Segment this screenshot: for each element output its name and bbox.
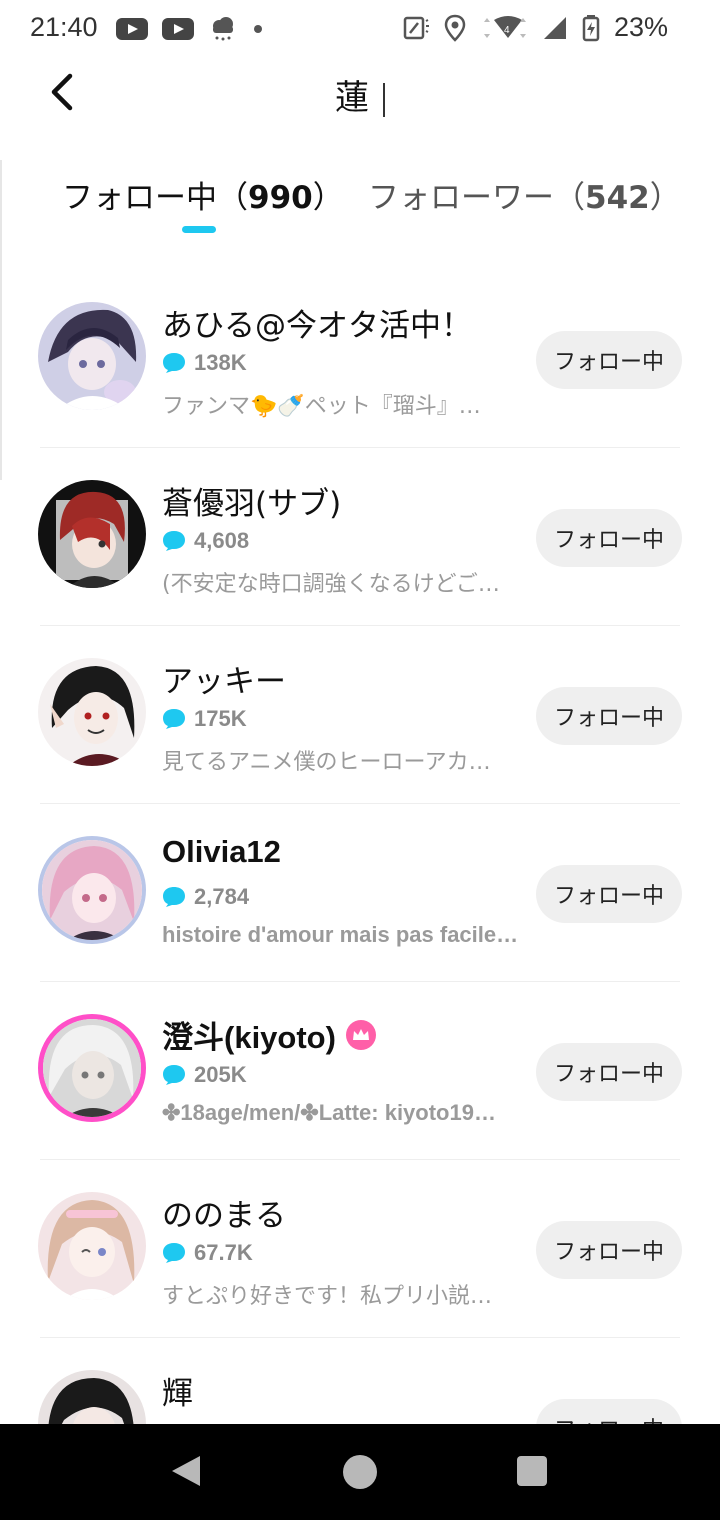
tab-followers-count: 542 [585,180,650,216]
battery-icon [582,14,600,41]
following-button[interactable]: フォロー中 [536,687,682,745]
user-stats: 205K [162,1062,247,1088]
avatar[interactable] [38,658,146,766]
chat-bubble-icon [163,887,185,907]
user-stats: 138K [162,350,247,376]
list-item[interactable]: アッキー 175K 見てるアニメ僕のヒーローアカ… フォロー中 [0,626,720,804]
list-item[interactable]: 澄斗(kiyoto) 205K ✤18age/men/✤Latte: kiyot… [0,982,720,1160]
user-stats: 175K [162,706,247,732]
user-name[interactable]: 蒼優羽(サブ) [162,478,341,523]
user-name-line: 蒼優羽(サブ) [162,478,341,523]
user-bio: 見てるアニメ僕のヒーローアカ… [162,750,491,775]
user-name-line: 輝 [162,1368,193,1413]
chat-bubble-icon [163,353,185,373]
user-bio: (不安定な時口調強くなるけどご… [162,572,500,597]
story-count: 2,784 [194,884,250,909]
following-button[interactable]: フォロー中 [536,1043,682,1101]
user-bio: ✤18age/men/✤Latte: kiyoto19… [162,1100,496,1125]
status-time: 21:40 [30,12,98,42]
page-title-text: 蓮 [335,78,369,118]
user-name[interactable]: ののまる [162,1190,286,1235]
nav-home-icon[interactable] [343,1455,377,1489]
chat-bubble-icon [163,709,185,729]
svg-text:4: 4 [504,25,510,36]
following-list: あひる@今オタ活中！ 138K ファンマ🐤🍼ペット『瑠斗』… フォロー中 蒼優羽… [0,270,720,1516]
tab-following-close: ） [312,180,344,216]
chat-bubble-icon [163,531,185,551]
story-count: 205K [194,1062,247,1087]
header: 蓮 [0,58,720,128]
user-name-line: あひる@今オタ活中！ [162,300,472,345]
page-title: 蓮 [0,70,720,119]
following-button[interactable]: フォロー中 [536,509,682,567]
user-stats: 4,608 [162,528,249,554]
tab-bar: フォロー中（990） フォローワー（542） [0,160,720,240]
avatar[interactable] [38,480,146,588]
nav-recents-icon[interactable] [517,1456,547,1486]
battery-percent: 23% [613,12,668,42]
tab-following-count: 990 [248,180,313,216]
list-item[interactable]: Olivia12 2,784 histoire d'amour mais pas… [0,804,720,982]
user-name[interactable]: 輝 [162,1368,193,1413]
system-nav-bar [0,1424,720,1520]
user-bio: histoire d'amour mais pas facile… [162,922,519,947]
status-right-icons: 4 23% [402,12,668,43]
tab-followers-label: フォローワー（ [368,180,585,216]
crown-badge-icon [345,1019,376,1050]
nfc-icon [403,16,429,39]
active-tab-indicator [182,226,216,233]
story-count: 67.7K [194,1240,253,1265]
user-name-line: ののまる [162,1190,286,1235]
signal-icon [543,16,566,39]
user-bio: すとぷり好きです！私プリ小説… [162,1284,493,1309]
user-name[interactable]: Olivia12 [162,834,281,870]
following-button[interactable]: フォロー中 [536,1221,682,1279]
user-stats: 67.7K [162,1240,253,1266]
youtube-icon [162,18,194,40]
tab-following[interactable]: フォロー中（990） [62,172,344,217]
tab-followers-close: ） [649,180,681,216]
user-stats: 2,784 [162,884,249,910]
nav-back-icon[interactable] [170,1454,202,1488]
chat-bubble-icon [163,1243,185,1263]
weather-icon [213,17,233,41]
avatar[interactable] [38,1014,146,1122]
user-name[interactable]: あひる@今オタ活中！ [162,300,472,345]
location-icon [444,14,466,42]
list-item[interactable]: あひる@今オタ活中！ 138K ファンマ🐤🍼ペット『瑠斗』… フォロー中 [0,270,720,448]
user-name-line: Olivia12 [162,834,281,870]
following-button[interactable]: フォロー中 [536,865,682,923]
list-item[interactable]: 蒼優羽(サブ) 4,608 (不安定な時口調強くなるけどご… フォロー中 [0,448,720,626]
story-count: 138K [194,350,247,375]
user-name-line: アッキー [162,656,286,701]
tab-following-label: フォロー中（ [62,180,248,216]
list-item[interactable]: ののまる 67.7K すとぷり好きです！私プリ小説… フォロー中 [0,1160,720,1338]
chat-bubble-icon [163,1065,185,1085]
user-bio: ファンマ🐤🍼ペット『瑠斗』… [162,394,481,419]
story-count: 175K [194,706,247,731]
story-count: 4,608 [194,528,250,553]
avatar[interactable] [38,302,146,410]
status-bar: 21:40 4 23% [0,0,720,58]
user-name[interactable]: アッキー [162,656,286,701]
following-button[interactable]: フォロー中 [536,331,682,389]
user-name-line: 澄斗(kiyoto) [162,1012,376,1057]
avatar[interactable] [38,836,146,944]
status-left-icons [116,14,264,44]
youtube-icon [116,18,148,40]
user-name[interactable]: 澄斗(kiyoto) [162,1012,336,1057]
dot-icon [254,25,262,33]
wifi-icon: 4 [483,15,526,38]
text-caret [383,82,385,117]
tab-followers[interactable]: フォローワー（542） [368,172,681,217]
avatar[interactable] [38,1192,146,1300]
